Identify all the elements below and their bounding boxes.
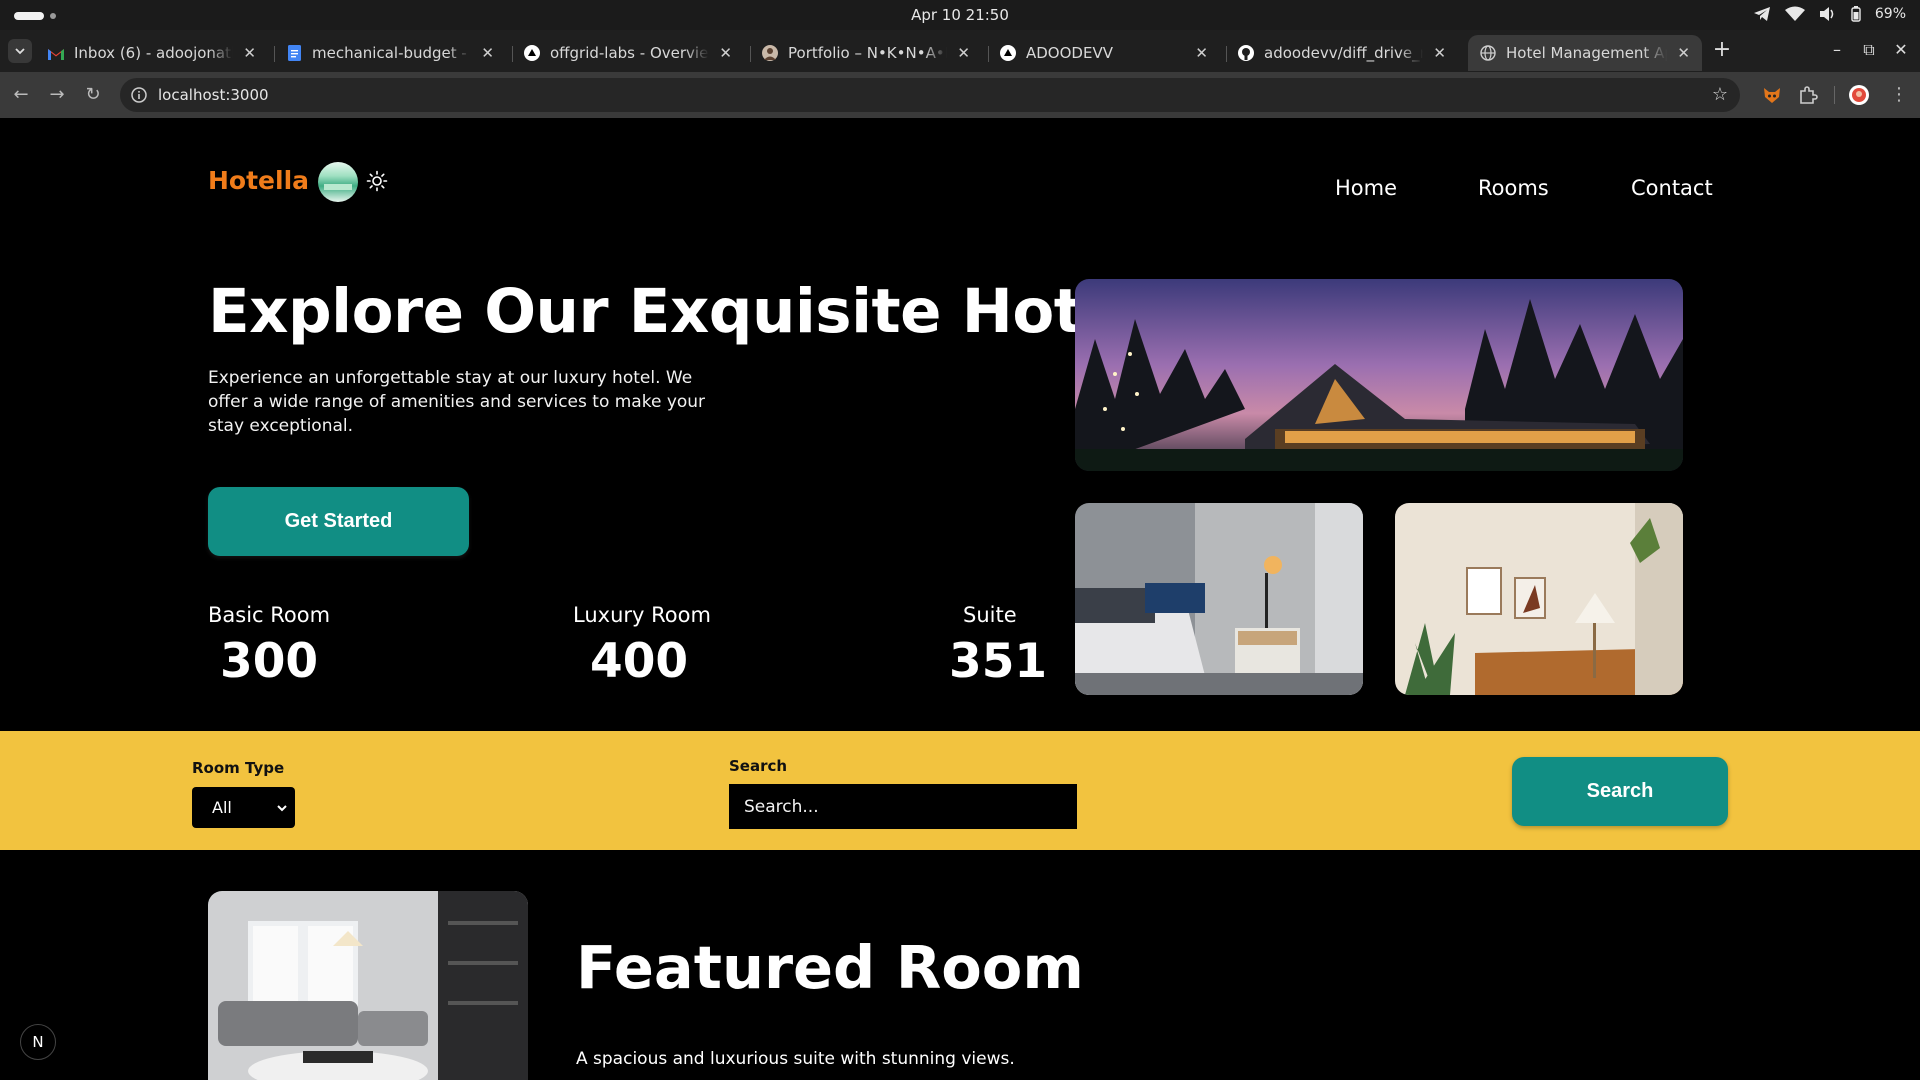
- vercel-icon: [1000, 45, 1016, 61]
- stat-value-suite: 351: [949, 634, 1048, 689]
- wifi-icon: [1784, 6, 1805, 22]
- chevron-down-icon: [15, 48, 25, 55]
- new-tab-button[interactable]: +: [1710, 39, 1734, 63]
- featured-room-title: Featured Room: [576, 933, 1084, 1002]
- room-type-selected-value: All: [212, 798, 232, 817]
- back-arrow-icon[interactable]: ←: [10, 84, 32, 106]
- system-clock[interactable]: Apr 10 21:50: [0, 6, 1920, 24]
- globe-icon: [1480, 45, 1496, 61]
- toolbar-divider: [1834, 86, 1835, 104]
- minimize-icon[interactable]: –: [1826, 40, 1848, 59]
- profile-avatar-icon[interactable]: [1848, 84, 1870, 106]
- stat-label-basic-room: Basic Room: [208, 603, 331, 627]
- battery-percentage: 69%: [1874, 6, 1906, 22]
- browser-toolbar: ← → ↻ localhost:3000 ☆ ⋮: [0, 72, 1920, 118]
- close-icon[interactable]: ✕: [1433, 44, 1446, 62]
- close-icon[interactable]: ✕: [1195, 44, 1208, 62]
- forward-arrow-icon[interactable]: →: [46, 84, 68, 106]
- system-tray[interactable]: 69%: [1753, 5, 1906, 23]
- avatar-icon: [762, 45, 778, 61]
- room-type-select[interactable]: All: [192, 787, 295, 828]
- tab-offgrid[interactable]: offgrid-labs - Overview – ✕: [512, 35, 744, 71]
- close-icon[interactable]: ✕: [957, 44, 970, 62]
- nav-home[interactable]: Home: [1335, 176, 1397, 200]
- stat-value-luxury-room: 400: [590, 634, 689, 689]
- restore-icon[interactable]: ⧉: [1858, 40, 1880, 60]
- battery-icon: [1851, 6, 1861, 22]
- chevron-down-icon: [277, 805, 287, 812]
- nextjs-dev-badge[interactable]: N: [20, 1024, 56, 1060]
- vercel-icon: [524, 45, 540, 61]
- close-icon[interactable]: ✕: [243, 44, 256, 62]
- get-started-button[interactable]: Get Started: [208, 487, 469, 556]
- tab-search-button[interactable]: [8, 39, 32, 63]
- stat-label-suite: Suite: [963, 603, 1017, 627]
- url-text[interactable]: localhost:3000: [158, 86, 269, 104]
- stat-label-luxury-room: Luxury Room: [573, 603, 711, 627]
- hotel-exterior-image: [1075, 279, 1683, 471]
- browser-tab-strip: Inbox (6) - adoojonathan ✕ mechanical-bu…: [0, 30, 1920, 72]
- tab-title: Portfolio – N•K•N•A•B: [788, 44, 948, 62]
- hotel-web-page: Hotella Home Rooms Contact Explore Our E…: [0, 118, 1920, 1080]
- close-icon[interactable]: ✕: [719, 44, 732, 62]
- room-type-label: Room Type: [192, 759, 285, 777]
- hero-description: Experience an unforgettable stay at our …: [208, 368, 706, 436]
- tab-portfolio[interactable]: Portfolio – N•K•N•A•B ✕: [750, 35, 982, 71]
- search-label: Search: [729, 757, 788, 775]
- search-input[interactable]: [729, 784, 1077, 829]
- tab-hotel-management[interactable]: Hotel Management App ✕: [1468, 35, 1702, 71]
- telegram-icon[interactable]: [1753, 5, 1771, 23]
- sun-theme-toggle-icon[interactable]: [366, 170, 388, 192]
- tab-title: adoodevv/diff_drive_rob: [1264, 44, 1424, 62]
- nav-contact[interactable]: Contact: [1631, 176, 1713, 200]
- tab-adoodevv[interactable]: ADOODEVV ✕: [988, 35, 1220, 71]
- site-info-icon[interactable]: [130, 86, 148, 104]
- docs-icon: [286, 45, 302, 61]
- volume-icon: [1819, 6, 1837, 22]
- tab-title: mechanical-budget - Goo: [312, 44, 471, 62]
- tab-title: ADOODEVV: [1026, 44, 1113, 62]
- reload-icon[interactable]: ↻: [82, 84, 104, 106]
- tab-title: offgrid-labs - Overview –: [550, 44, 709, 62]
- extension-fox-icon[interactable]: [1761, 84, 1783, 106]
- tab-gmail[interactable]: Inbox (6) - adoojonathan ✕: [36, 35, 268, 71]
- extensions-puzzle-icon[interactable]: [1797, 84, 1819, 106]
- gmail-icon: [48, 45, 64, 61]
- kebab-menu-icon[interactable]: ⋮: [1888, 84, 1910, 106]
- tab-docs[interactable]: mechanical-budget - Goo ✕: [274, 35, 506, 71]
- close-icon[interactable]: ✕: [481, 44, 494, 62]
- address-bar[interactable]: localhost:3000 ☆: [120, 78, 1740, 112]
- bookmark-star-icon[interactable]: ☆: [1712, 84, 1728, 105]
- featured-room-description: A spacious and luxurious suite with stun…: [576, 1049, 1015, 1069]
- tab-title: Hotel Management App: [1506, 44, 1668, 62]
- site-logo[interactable]: Hotella: [208, 166, 309, 195]
- tab-github[interactable]: adoodevv/diff_drive_rob ✕: [1226, 35, 1458, 71]
- bedroom-image: [1075, 503, 1363, 695]
- github-icon: [1238, 45, 1254, 61]
- user-avatar[interactable]: [318, 162, 358, 202]
- tab-title: Inbox (6) - adoojonathan: [74, 44, 233, 62]
- nav-rooms[interactable]: Rooms: [1478, 176, 1549, 200]
- os-top-bar: Apr 10 21:50 69%: [0, 0, 1920, 30]
- featured-room-image: [208, 891, 528, 1080]
- search-button[interactable]: Search: [1512, 757, 1728, 826]
- close-icon[interactable]: ✕: [1677, 44, 1690, 62]
- stat-value-basic-room: 300: [220, 634, 319, 689]
- close-window-icon[interactable]: ✕: [1890, 40, 1912, 59]
- room-search-bar: Room Type All Search Search: [0, 731, 1920, 850]
- living-room-image: [1395, 503, 1683, 695]
- hero-title: Explore Our Exquisite Hotel: [208, 276, 1144, 347]
